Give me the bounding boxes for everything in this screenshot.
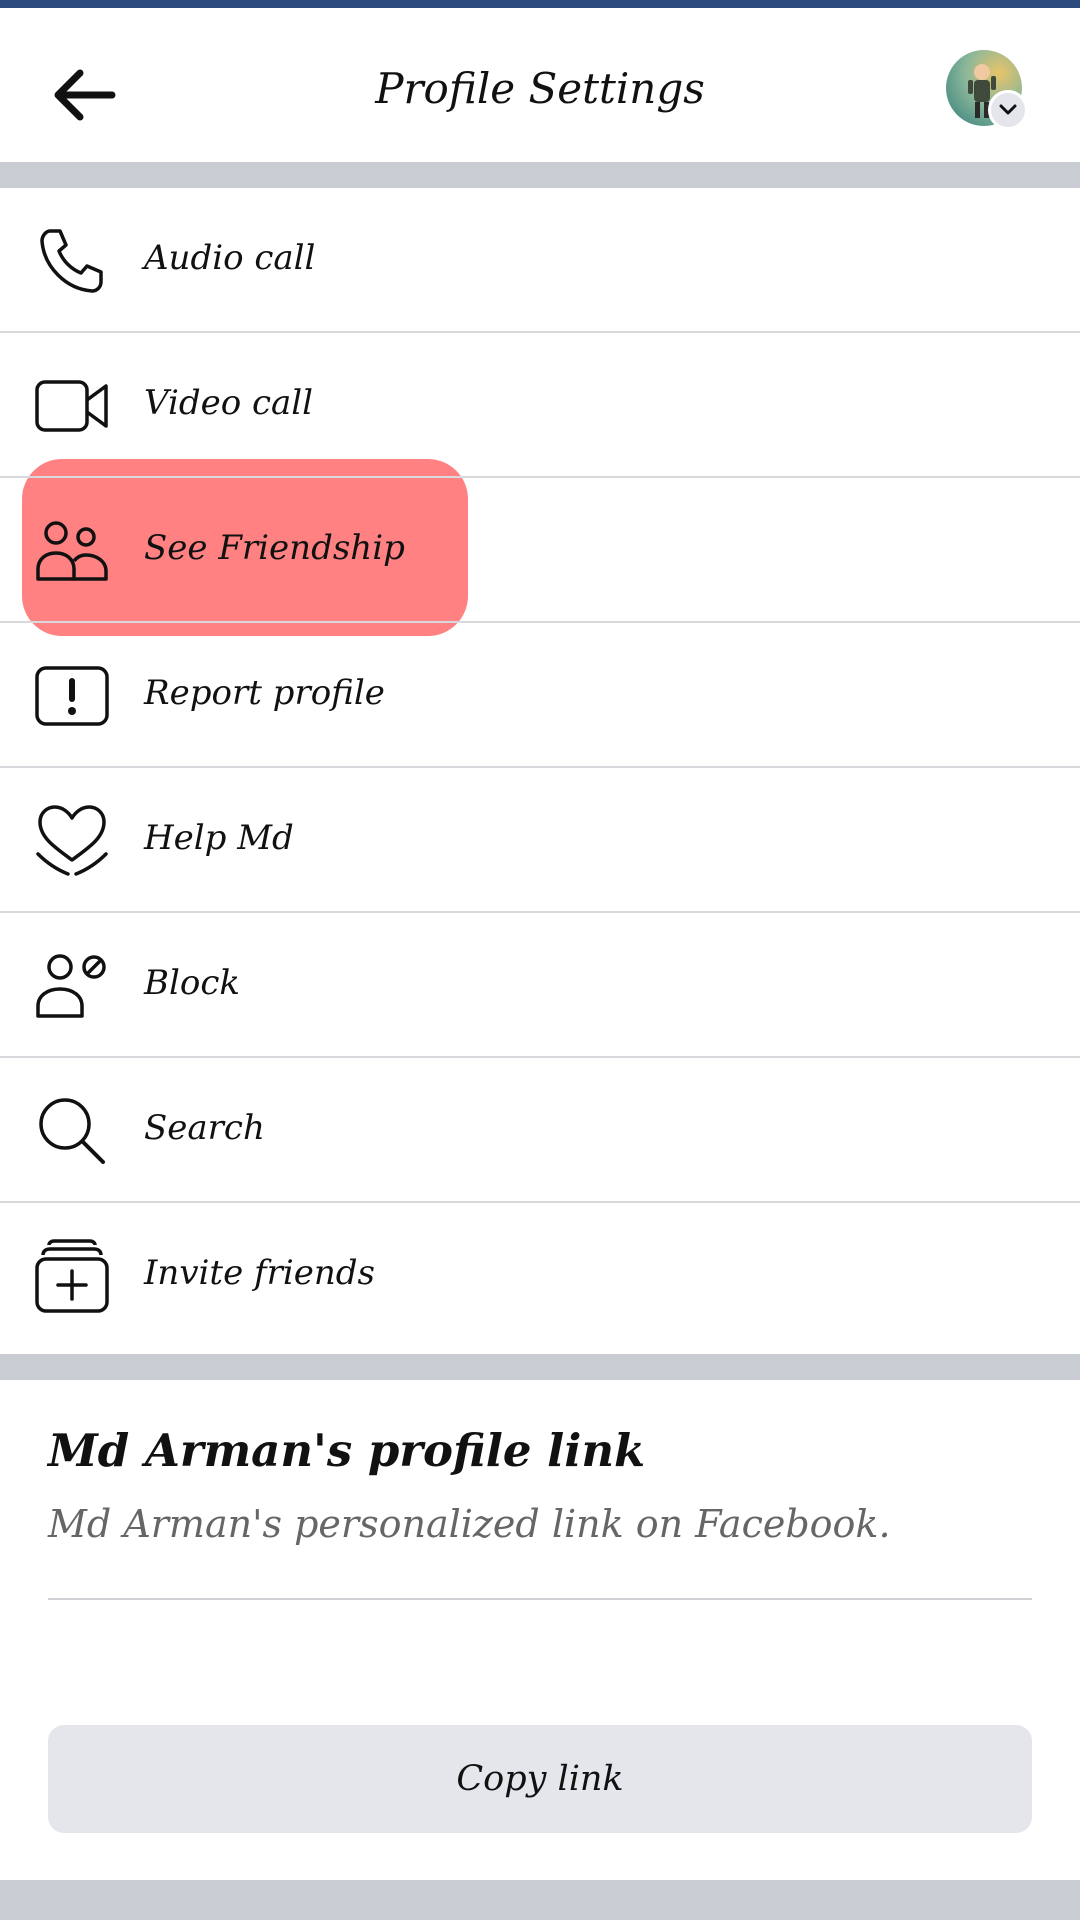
menu-item-see-friendship[interactable]: See Friendship <box>0 478 1080 623</box>
profile-avatar-button[interactable] <box>946 50 1028 130</box>
menu-item-video-call[interactable]: Video call <box>0 333 1080 478</box>
menu-item-report-profile[interactable]: Report profile <box>0 623 1080 768</box>
chevron-down-icon <box>999 104 1017 115</box>
menu-item-label: Block <box>144 963 240 1003</box>
menu-item-label: Search <box>144 1108 265 1148</box>
options-menu: Audio call Video call See Friendship Rep… <box>0 188 1080 1348</box>
avatar-menu-badge[interactable] <box>988 90 1028 130</box>
divider <box>48 1598 1032 1600</box>
section-separator <box>0 162 1080 188</box>
menu-item-label: Audio call <box>144 238 316 278</box>
people-icon <box>36 521 108 581</box>
menu-item-label: Video call <box>144 383 314 423</box>
copy-link-label: Copy link <box>456 1759 624 1799</box>
menu-item-help[interactable]: Help Md <box>0 768 1080 913</box>
top-accent-bar <box>0 0 1080 8</box>
invite-stack-icon <box>35 1239 109 1313</box>
menu-item-audio-call[interactable]: Audio call <box>0 188 1080 333</box>
copy-link-button[interactable]: Copy link <box>48 1725 1032 1833</box>
block-user-icon <box>36 954 106 1018</box>
video-camera-icon <box>35 380 108 432</box>
exclamation-icon <box>35 666 109 726</box>
profile-link-subtitle: Md Arman's personalized link on Facebook… <box>48 1502 891 1546</box>
heart-hands-icon <box>36 805 108 876</box>
bottom-separator <box>0 1880 1080 1920</box>
menu-item-search[interactable]: Search <box>0 1058 1080 1203</box>
menu-item-label: Invite friends <box>144 1253 375 1293</box>
header: Profile Settings <box>0 8 1080 162</box>
menu-item-label: See Friendship <box>144 528 405 568</box>
section-separator <box>0 1354 1080 1380</box>
phone-icon <box>40 229 103 293</box>
page-title: Profile Settings <box>375 64 705 113</box>
search-icon <box>39 1098 105 1164</box>
menu-item-block[interactable]: Block <box>0 913 1080 1058</box>
menu-item-label: Help Md <box>144 818 294 858</box>
menu-item-invite-friends[interactable]: Invite friends <box>0 1203 1080 1348</box>
profile-link-title: Md Arman's profile link <box>48 1424 646 1477</box>
menu-item-label: Report profile <box>144 673 385 713</box>
